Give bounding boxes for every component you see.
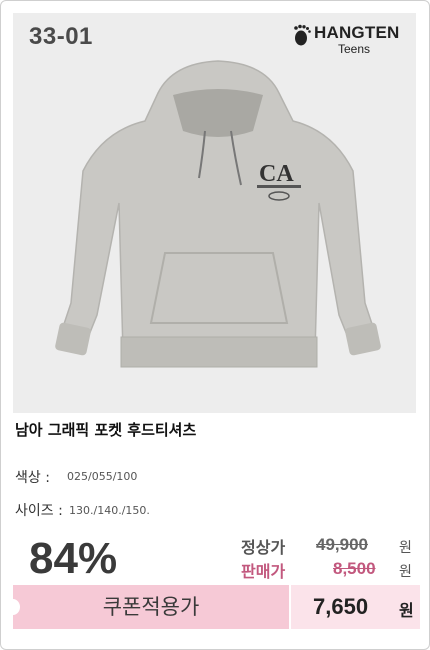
product-title[interactable]: 남아 그래픽 포켓 후드티셔츠 [15, 419, 196, 440]
color-value: 025/055/100 [67, 470, 138, 483]
color-label: 색상 : [15, 470, 50, 486]
discount-rate: 84% [29, 534, 118, 583]
coupon-price-box: 7,650 원 [289, 585, 420, 629]
sale-price-label: 판매가 [241, 562, 286, 581]
brand-name: HANGTEN [314, 23, 400, 42]
coupon-label: 쿠폰적용가 [102, 595, 200, 619]
product-code: 33-01 [29, 23, 93, 50]
regular-price: 49,900 [316, 535, 368, 554]
chest-graphic: CA [259, 161, 294, 187]
coupon-price: 7,650 [313, 594, 369, 619]
regular-currency: 원 [399, 540, 412, 556]
regular-price-label: 정상가 [241, 538, 286, 557]
sale-currency: 원 [399, 564, 412, 580]
hoodie-image: CA [55, 60, 381, 368]
coupon-currency: 원 [399, 601, 414, 620]
coupon-bar[interactable]: 쿠폰적용가 7,650 원 [6, 585, 425, 629]
size-label: 사이즈 : [15, 503, 63, 519]
footprint-icon [294, 24, 311, 46]
sale-price: 8,500 [333, 559, 376, 578]
product-card[interactable]: 33-01 HANGTEN Teens CA 남아 그래픽 포켓 후드티셔츠 색… [0, 0, 430, 650]
size-value: 130./140./150. [69, 504, 150, 517]
product-image[interactable]: 33-01 HANGTEN Teens CA [13, 13, 416, 413]
